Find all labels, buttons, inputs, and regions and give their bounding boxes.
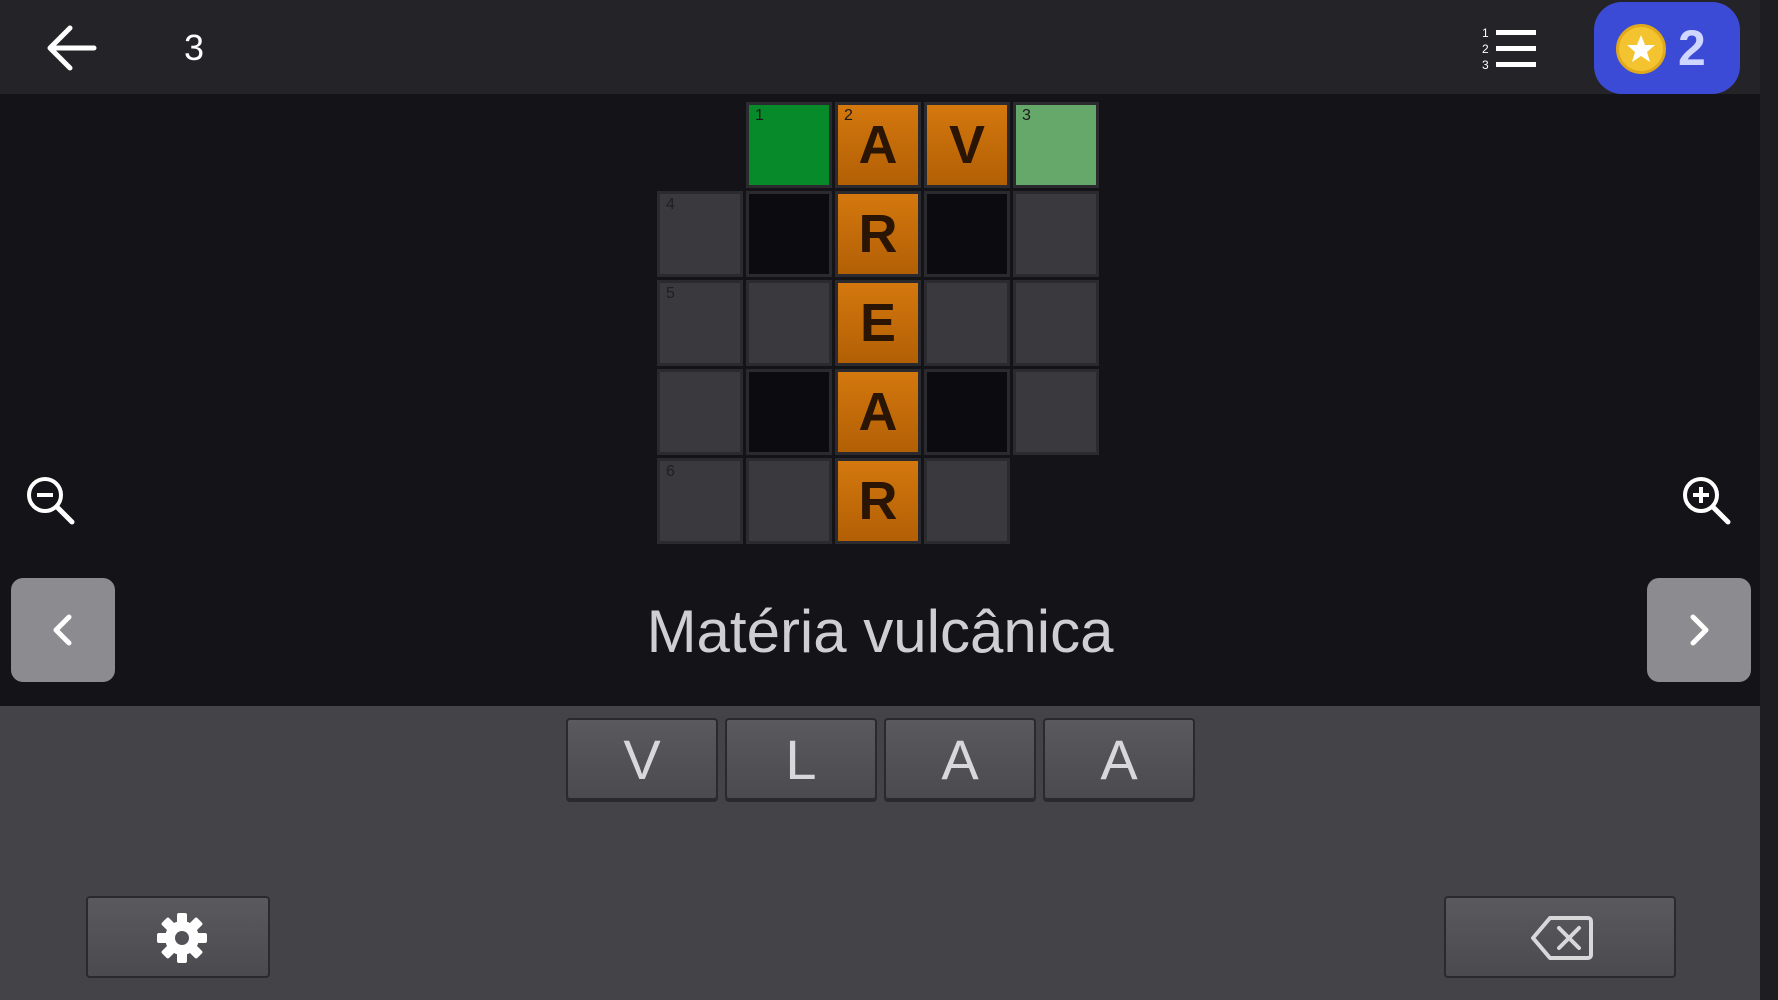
blocked-cell	[924, 191, 1010, 277]
cell-letter: R	[858, 471, 898, 531]
cell-letter: E	[859, 293, 897, 353]
grid-cell[interactable]	[924, 280, 1010, 366]
grid-cell[interactable]	[1013, 369, 1099, 455]
letter-key[interactable]: V	[566, 718, 718, 800]
cell-letter: V	[948, 115, 986, 175]
zoom-in-icon	[1683, 477, 1731, 525]
grid-cell[interactable]	[746, 280, 832, 366]
arrow-left-icon	[47, 25, 97, 71]
cell-letter: A	[858, 115, 898, 175]
coin-count: 2	[1678, 20, 1706, 76]
grid-cell[interactable]: A	[835, 369, 921, 455]
grid-cell[interactable]: 5	[657, 280, 743, 366]
settings-button[interactable]	[86, 896, 270, 978]
letter-key[interactable]: A	[884, 718, 1036, 800]
grid-cell[interactable]: V	[924, 102, 1010, 188]
blocked-cell	[924, 369, 1010, 455]
grid-cell[interactable]: R	[835, 458, 921, 544]
grid-cell[interactable]	[746, 458, 832, 544]
top-bar: 3 1 2 3 2	[0, 0, 1760, 94]
grid-cell[interactable]: 3	[1013, 102, 1099, 188]
letter-key[interactable]: L	[725, 718, 877, 800]
zoom-in-button[interactable]	[1680, 474, 1734, 528]
letter-keyboard: V L A A	[0, 706, 1760, 1000]
chevron-left-icon	[53, 614, 72, 646]
edge-strip	[1760, 0, 1778, 1000]
grid-cell[interactable]: 1	[746, 102, 832, 188]
clue-number: 5	[666, 285, 675, 302]
star-coin-icon	[1616, 24, 1666, 74]
backspace-icon	[1531, 916, 1593, 960]
svg-text:2: 2	[1482, 42, 1489, 56]
zoom-out-button[interactable]	[24, 474, 78, 528]
blocked-cell	[746, 191, 832, 277]
grid-cell[interactable]: 2 A	[835, 102, 921, 188]
cell-letter: A	[858, 382, 898, 442]
letter-key[interactable]: A	[1043, 718, 1195, 800]
grid-cell[interactable]: 4	[657, 191, 743, 277]
cell-letter	[1016, 105, 1096, 185]
numbered-list-icon: 1 2 3	[1482, 26, 1536, 72]
coin-counter[interactable]: 2	[1594, 2, 1740, 94]
cell-letter	[749, 105, 829, 185]
word-list-button[interactable]: 1 2 3	[1482, 24, 1538, 74]
grid-cell[interactable]	[1013, 191, 1099, 277]
back-button[interactable]	[46, 24, 98, 72]
grid-cell[interactable]: R	[835, 191, 921, 277]
grid-cell[interactable]	[924, 458, 1010, 544]
svg-text:3: 3	[1482, 58, 1489, 72]
grid-cell[interactable]: E	[835, 280, 921, 366]
clue-text: Matéria vulcânica	[646, 598, 1114, 665]
grid-cell[interactable]: 6	[657, 458, 743, 544]
grid-cell[interactable]	[657, 369, 743, 455]
gear-icon	[157, 913, 207, 963]
zoom-out-icon	[27, 477, 75, 525]
svg-text:1: 1	[1482, 26, 1489, 40]
clue-number: 6	[666, 463, 675, 480]
level-number: 3	[184, 27, 205, 68]
blocked-cell	[746, 369, 832, 455]
chevron-right-icon	[1690, 614, 1709, 646]
clue-number: 4	[666, 196, 675, 213]
next-clue-button[interactable]	[1647, 578, 1751, 682]
cell-letter: R	[858, 204, 898, 264]
previous-clue-button[interactable]	[11, 578, 115, 682]
backspace-button[interactable]	[1444, 896, 1676, 978]
grid-cell[interactable]	[1013, 280, 1099, 366]
